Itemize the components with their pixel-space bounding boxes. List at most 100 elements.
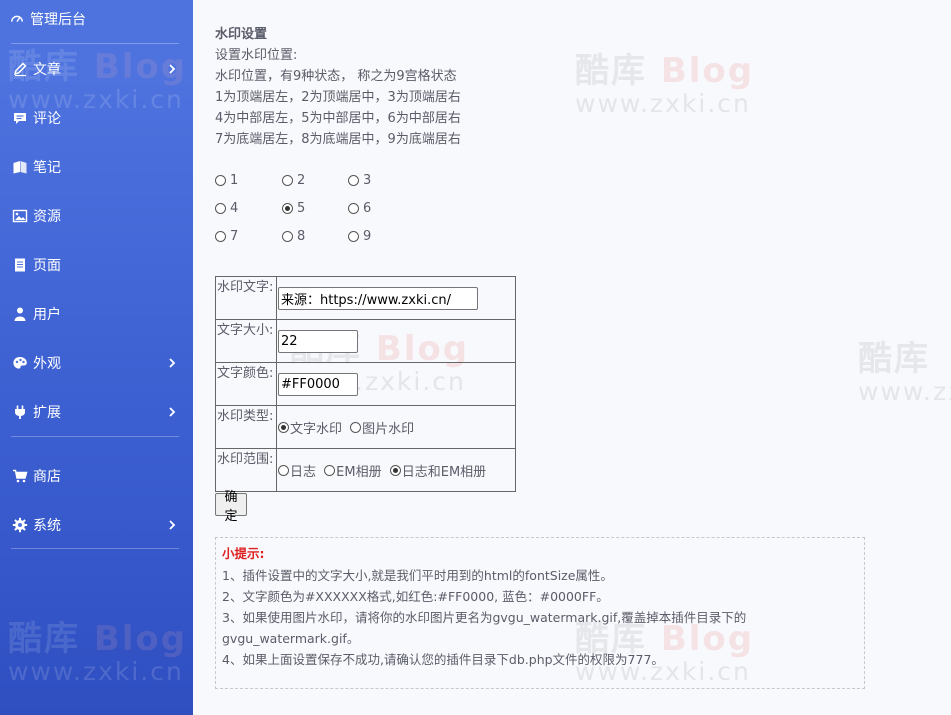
sidebar-item-label: 资源 (33, 209, 61, 225)
radio-button[interactable] (348, 231, 359, 242)
position-radio-4[interactable]: 4 (215, 201, 238, 216)
chevron-right-icon (169, 64, 176, 74)
position-radio-7[interactable]: 7 (215, 229, 238, 244)
radio-button[interactable] (282, 175, 293, 186)
chevron-right-icon (169, 520, 176, 530)
radio-button-checked[interactable] (282, 203, 293, 214)
sidebar-item-appearance[interactable]: 外观 (0, 348, 193, 378)
section-title: 水印设置 (215, 27, 268, 42)
comment-icon (12, 110, 28, 126)
radio-button[interactable] (278, 464, 289, 476)
table-row: 文字颜色: (215, 362, 516, 406)
sidebar-item-label: 页面 (33, 258, 61, 274)
type-text-radio[interactable]: 文字水印 (278, 418, 342, 437)
image-icon (12, 208, 28, 224)
radio-button-checked[interactable] (278, 421, 289, 433)
main-content: 酷库 Blog www.zxki.cn 酷库 Blog www.zxki.cn … (193, 0, 951, 715)
pencil-icon (12, 61, 28, 77)
submit-button[interactable]: 确定 (215, 490, 247, 524)
brand-link[interactable]: 管理后台 (10, 8, 86, 30)
position-radio-3[interactable]: 3 (348, 173, 371, 188)
sidebar-item-label: 外观 (33, 356, 61, 372)
sidebar-item-label: 笔记 (33, 160, 61, 176)
position-radio-8[interactable]: 8 (282, 229, 305, 244)
sidebar-item-label: 评论 (33, 111, 61, 127)
watermark: 酷库 Blog www.zxki.cn (575, 51, 755, 118)
chevron-right-icon (169, 358, 176, 368)
sidebar-item-resources[interactable]: 资源 (0, 201, 193, 231)
chevron-right-icon (169, 407, 176, 417)
scope-both-radio[interactable]: 日志和EM相册 (389, 461, 486, 480)
sidebar-item-notes[interactable]: 笔记 (0, 152, 193, 182)
position-radio-9[interactable]: 9 (348, 229, 371, 244)
radio-button[interactable] (282, 231, 293, 242)
sidebar-divider (11, 43, 179, 44)
tips-box: 小提示: 1、插件设置中的文字大小,就是我们平时用到的html的fontSize… (215, 537, 865, 689)
radio-button-checked[interactable] (389, 464, 401, 476)
table-row: 水印范围: 日志 EM相册 日志和EM相册 (215, 448, 516, 492)
tip-line: gvgu_watermark.gif。 (222, 631, 360, 646)
radio-button[interactable] (348, 203, 359, 214)
radio-button[interactable] (348, 175, 359, 186)
description-line: 水印位置，有9种状态， 称之为9宫格状态 (215, 69, 457, 84)
sticky-note-icon (12, 159, 28, 175)
sidebar-item-label: 商店 (33, 469, 61, 485)
position-radio-1[interactable]: 1 (215, 173, 238, 188)
cart-icon (12, 468, 28, 484)
description-line: 设置水印位置: (215, 48, 298, 63)
watermark-text-input[interactable] (278, 286, 478, 310)
table-row: 水印类型: 文字水印 图片水印 (215, 405, 516, 449)
brand-label: 管理后台 (30, 12, 86, 28)
sidebar-item-users[interactable]: 用户 (0, 299, 193, 329)
font-color-input[interactable] (278, 372, 358, 396)
gear-icon (12, 517, 28, 533)
sidebar-item-extensions[interactable]: 扩展 (0, 397, 193, 427)
sidebar-item-comments[interactable]: 评论 (0, 103, 193, 133)
user-icon (12, 306, 28, 322)
position-radio-5[interactable]: 5 (282, 201, 305, 216)
radio-button[interactable] (324, 464, 336, 476)
watermark: 酷库 www.zxki.cn (858, 339, 951, 406)
scope-log-radio[interactable]: 日志 (278, 461, 316, 480)
scope-em-album-radio[interactable]: EM相册 (324, 461, 382, 480)
sidebar-item-pages[interactable]: 页面 (0, 250, 193, 280)
sidebar: 酷库 Blog www.zxki.cn 酷库 Blog www.zxki.cn … (0, 0, 193, 715)
type-image-radio[interactable]: 图片水印 (350, 418, 414, 437)
tip-line: 4、如果上面设置保存不成功,请确认您的插件目录下db.php文件的权限为777。 (222, 652, 664, 667)
description-line: 4为中部居左，5为中部居中，6为中部居右 (215, 111, 461, 126)
watermark: 酷库 Blog www.zxki.cn (8, 619, 188, 686)
type-label: 水印类型: (215, 405, 277, 449)
tip-line: 3、如果使用图片水印，请将你的水印图片更名为gvgu_watermark.gif… (222, 610, 747, 625)
position-radio-2[interactable]: 2 (282, 173, 305, 188)
sidebar-item-label: 文章 (33, 62, 61, 78)
size-label: 文字大小: (215, 319, 277, 363)
table-row: 文字大小: (215, 319, 516, 363)
tips-heading: 小提示: (222, 546, 265, 561)
sidebar-item-label: 系统 (33, 518, 61, 534)
sidebar-divider (11, 548, 179, 549)
tip-line: 2、文字颜色为#XXXXXX格式,如红色:#FF0000, 蓝色：#0000FF… (222, 589, 609, 604)
color-label: 文字颜色: (215, 362, 277, 406)
text-label: 水印文字: (215, 276, 277, 320)
font-size-input[interactable] (278, 329, 358, 353)
radio-button[interactable] (215, 231, 226, 242)
position-radio-6[interactable]: 6 (348, 201, 371, 216)
tip-line: 1、插件设置中的文字大小,就是我们平时用到的html的fontSize属性。 (222, 568, 613, 583)
sidebar-item-label: 扩展 (33, 405, 61, 421)
description-line: 1为顶端居左，2为顶端居中，3为顶端居右 (215, 90, 461, 105)
sidebar-divider (11, 436, 179, 437)
description-line: 7为底端居左，8为底端居中，9为底端居右 (215, 132, 461, 147)
table-row: 水印文字: (215, 276, 516, 320)
sidebar-item-system[interactable]: 系统 (0, 510, 193, 540)
file-icon (12, 257, 28, 273)
radio-button[interactable] (350, 421, 362, 433)
plug-icon (12, 404, 28, 420)
settings-table: 水印文字: 文字大小: 文字颜色: 水印类型: 文字水印 图片水印 水印范围: … (215, 276, 516, 492)
palette-icon (12, 355, 28, 371)
sidebar-item-label: 用户 (33, 307, 61, 323)
dashboard-icon (11, 15, 23, 23)
radio-button[interactable] (215, 203, 226, 214)
radio-button[interactable] (215, 175, 226, 186)
sidebar-item-articles[interactable]: 文章 (0, 54, 193, 84)
sidebar-item-store[interactable]: 商店 (0, 461, 193, 491)
